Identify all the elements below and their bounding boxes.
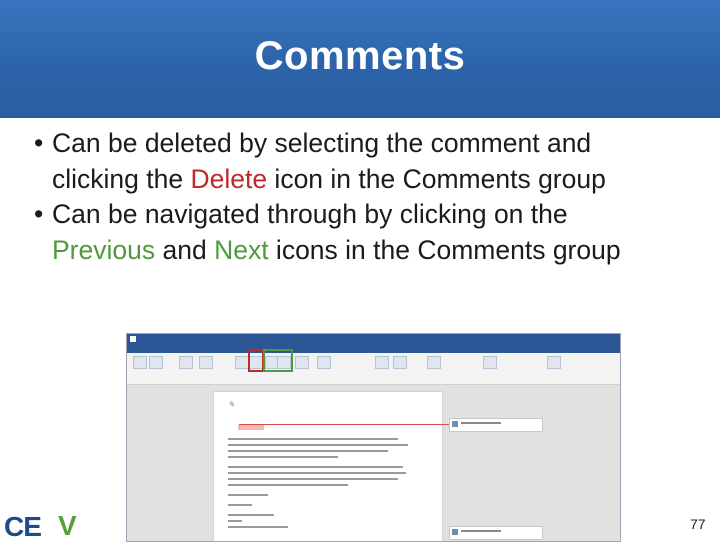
- document-text-line: [228, 444, 408, 446]
- previous-keyword: Previous: [52, 234, 156, 265]
- comment-author-avatar: [452, 421, 458, 427]
- document-text-line: [228, 494, 268, 496]
- slide-title: Comments: [254, 34, 466, 78]
- page-number: 77: [690, 516, 706, 532]
- bullet-text: icons in the Comments group: [268, 234, 621, 265]
- bullet-item-delete: • Can be deleted by selecting the commen…: [34, 126, 714, 197]
- bullet-text: Can be deleted by selecting the comment …: [52, 128, 592, 158]
- show-comments-icon: [295, 356, 309, 369]
- delete-highlight-box: [248, 349, 264, 372]
- comment-author-avatar: [452, 529, 458, 535]
- screenshot-titlebar: [127, 334, 620, 344]
- screenshot-workspace: ✎: [127, 385, 620, 541]
- comment-balloon: [449, 418, 543, 432]
- bullet-symbol: •: [34, 199, 44, 229]
- new-comment-icon: [235, 356, 249, 369]
- thesaurus-icon: [149, 356, 163, 369]
- next-keyword: Next: [214, 234, 269, 265]
- comment-text-line: [461, 530, 501, 532]
- selected-comment-text: [238, 425, 264, 430]
- bullet-text: Can be navigated through by clicking on …: [52, 199, 568, 229]
- document-text-line: [228, 456, 338, 458]
- bullet-line: Can be deleted by selecting the comment …: [52, 126, 714, 162]
- bullet-list: • Can be deleted by selecting the commen…: [34, 126, 714, 268]
- document-text-line: [228, 514, 274, 516]
- document-text-line: [228, 504, 252, 506]
- language-icon: [199, 356, 213, 369]
- previous-next-highlight-box: [263, 349, 293, 372]
- logo-text-main: CE: [4, 511, 42, 542]
- bullet-line: clicking the Delete icon in the Comments…: [52, 162, 714, 198]
- document-text-line: [228, 472, 406, 474]
- document-text-line: [228, 526, 288, 528]
- bullet-symbol: •: [34, 128, 44, 158]
- logo-text-accent: V: [58, 510, 77, 541]
- comment-connector-line: [239, 424, 453, 425]
- comment-balloon: [449, 526, 543, 540]
- document-text-line: [228, 438, 398, 440]
- translate-icon: [179, 356, 193, 369]
- document-text-line: [228, 478, 398, 480]
- document-text-line: [228, 484, 348, 486]
- document-text-line: [228, 520, 242, 522]
- track-changes-icon: [317, 356, 331, 369]
- title-banner: Comments: [0, 0, 720, 118]
- bullet-text: and: [155, 234, 215, 265]
- word-document-icon: [130, 336, 136, 342]
- document-text-line: [228, 450, 388, 452]
- bullet-line: Can be navigated through by clicking on …: [52, 197, 714, 233]
- reject-icon: [393, 356, 407, 369]
- spelling-icon: [133, 356, 147, 369]
- start-inking-icon: [547, 356, 561, 369]
- document-text-line: [228, 466, 403, 468]
- document-logo-image: ✎: [228, 400, 235, 409]
- bullet-line: Previous and Next icons in the Comments …: [52, 233, 714, 269]
- delete-keyword: Delete: [190, 163, 268, 194]
- screenshot-ribbon: [127, 353, 620, 385]
- comment-text-line: [461, 422, 501, 424]
- restrict-editing-icon: [483, 356, 497, 369]
- bullet-text: clicking the: [52, 163, 191, 194]
- compare-icon: [427, 356, 441, 369]
- screenshot-ribbon-tabs: [127, 344, 620, 353]
- accept-icon: [375, 356, 389, 369]
- bullet-text: icon in the Comments group: [267, 163, 606, 194]
- word-review-ribbon-screenshot: ✎: [126, 333, 621, 542]
- screenshot-document-page: ✎: [213, 391, 443, 541]
- bullet-item-navigate: • Can be navigated through by clicking o…: [34, 197, 714, 268]
